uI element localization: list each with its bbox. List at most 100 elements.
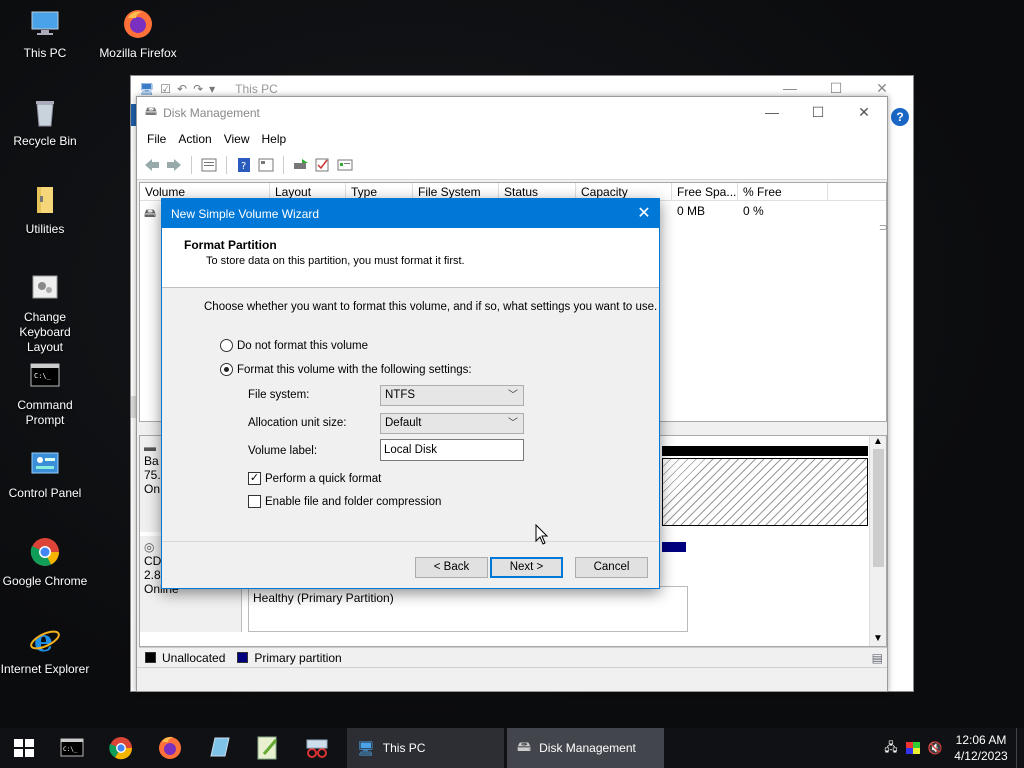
desktop-icon-label: Mozilla Firefox <box>99 46 177 60</box>
settings-list-icon[interactable] <box>336 157 354 173</box>
mouse-cursor-icon <box>535 523 549 549</box>
wizard-body: Choose whether you want to format this v… <box>162 288 659 542</box>
snipping-tool-icon <box>306 739 328 758</box>
redo-icon[interactable]: ↷ <box>193 82 203 96</box>
disk-icon[interactable] <box>292 157 310 173</box>
desktop-icon-chrome[interactable]: Google Chrome <box>0 536 90 589</box>
cancel-button[interactable]: Cancel <box>575 557 648 578</box>
network-icon[interactable]: 🖧 <box>880 738 902 759</box>
disk-management-icon: 🖴 <box>145 104 158 118</box>
scroll-thumb[interactable] <box>872 449 884 567</box>
explorer-window-controls: — ☐ ✕ <box>767 80 905 97</box>
desktop-icon-label: Google Chrome <box>2 574 88 588</box>
taskbar-cmd[interactable]: C:\_ <box>48 728 97 768</box>
taskbar-notepad-plus[interactable] <box>244 728 293 768</box>
desktop-icon-this-pc[interactable]: This PC <box>0 8 90 61</box>
desktop-icon-internet-explorer[interactable]: e Internet Explorer <box>0 624 90 677</box>
clock-time: 12:06 AM <box>955 733 1007 747</box>
desktop-icon-label: Recycle Bin <box>13 134 77 148</box>
close-button[interactable]: ✕ <box>629 199 659 228</box>
disk-management-titlebar[interactable]: 🖴 Disk Management — ☐ ✕ <box>137 97 887 128</box>
menu-help[interactable]: Help <box>256 132 293 146</box>
radio-do-not-format[interactable]: Do not format this volume <box>220 339 368 352</box>
checkbox[interactable] <box>248 495 261 508</box>
svg-text:C:\_: C:\_ <box>63 746 78 753</box>
desktop-icon-label: Internet Explorer <box>0 662 90 676</box>
disk-management-icon: 🖴 <box>517 738 532 754</box>
desktop-icon-label: Utilities <box>25 222 65 236</box>
show-desktop-button[interactable] <box>1016 728 1024 768</box>
forward-arrow-icon[interactable] <box>165 157 183 173</box>
column-header-percent-free[interactable]: % Free <box>738 183 828 200</box>
view-icon[interactable] <box>257 157 275 173</box>
properties-icon[interactable]: ☑ <box>160 82 171 96</box>
clock[interactable]: 12:06 AM 4/12/2023 <box>946 732 1016 764</box>
properties-icon[interactable] <box>200 157 218 173</box>
undo-icon[interactable]: ↶ <box>177 82 187 96</box>
taskbar-snipping-tool[interactable] <box>293 728 342 768</box>
wizard-titlebar[interactable]: New Simple Volume Wizard ✕ <box>162 199 659 228</box>
maximize-button[interactable]: ☐ <box>795 97 841 128</box>
quick-format-checkbox[interactable]: ✓ Perform a quick format <box>248 472 381 485</box>
minimize-button[interactable]: — <box>767 80 813 97</box>
maximize-button[interactable]: ☐ <box>813 80 859 97</box>
close-button[interactable]: ✕ <box>841 97 887 128</box>
help-icon[interactable]: ? <box>235 157 253 173</box>
taskbar-chrome[interactable] <box>97 728 146 768</box>
taskbar-task-this-pc[interactable]: 🖥 This PC <box>347 728 504 768</box>
volume-label-input[interactable]: Local Disk <box>380 439 524 461</box>
taskbar-firefox[interactable] <box>146 728 195 768</box>
check-icon[interactable] <box>314 157 332 173</box>
primary-swatch <box>237 652 249 663</box>
menu-view[interactable]: View <box>218 132 256 146</box>
radio-button[interactable] <box>220 339 233 352</box>
desktop-icon-firefox[interactable]: Mozilla Firefox <box>93 8 183 61</box>
scroll-up-arrow[interactable]: ▲ <box>870 436 886 447</box>
scroll-down-arrow[interactable]: ▼ <box>870 633 886 644</box>
desktop-icon-keyboard-layout[interactable]: Change Keyboard Layout <box>0 272 90 355</box>
chevron-down-icon[interactable]: ▾ <box>209 82 215 96</box>
allocation-unit-select[interactable]: Default ﹀ <box>380 413 524 434</box>
cdrom-partition[interactable]: Healthy (Primary Partition) <box>248 586 688 632</box>
radio-format-volume[interactable]: Format this volume with the following se… <box>220 363 472 376</box>
back-arrow-icon[interactable] <box>143 157 161 173</box>
unallocated-region[interactable] <box>662 458 868 526</box>
cmd-icon: C:\_ <box>29 360 61 392</box>
minimize-button[interactable]: — <box>749 97 795 128</box>
desktop: This PC Mozilla Firefox Recycle Bin Util… <box>0 0 1024 728</box>
next-button[interactable]: Next > <box>490 557 563 578</box>
back-button[interactable]: < Back <box>415 557 488 578</box>
help-icon[interactable]: ? <box>891 108 909 126</box>
chevron-down-icon: ﹀ <box>508 418 518 429</box>
allocation-unit-value: Default <box>385 417 422 429</box>
taskbar-task-disk-management[interactable]: 🖴 Disk Management <box>507 728 664 768</box>
checkbox[interactable]: ✓ <box>248 472 261 485</box>
compression-checkbox[interactable]: Enable file and folder compression <box>248 495 441 508</box>
desktop-icon-label: Command Prompt <box>17 398 73 427</box>
file-system-value: NTFS <box>385 389 416 401</box>
windows-logo-icon <box>14 739 34 757</box>
toolbar-separator <box>226 155 227 174</box>
color-display-icon[interactable] <box>902 742 924 754</box>
volume-muted-icon[interactable]: 🔇 <box>924 741 946 755</box>
wizard-title: New Simple Volume Wizard <box>171 206 320 221</box>
menu-action[interactable]: Action <box>172 132 217 146</box>
desktop-icon-utilities[interactable]: Utilities <box>0 184 90 237</box>
menu-file[interactable]: File <box>141 132 172 146</box>
close-button[interactable]: ✕ <box>859 80 905 97</box>
desktop-icon-recycle-bin[interactable]: Recycle Bin <box>0 96 90 149</box>
file-system-select[interactable]: NTFS ﹀ <box>380 385 524 406</box>
column-header-free-space[interactable]: Free Spa... <box>672 183 738 200</box>
desktop-icon-command-prompt[interactable]: C:\_ Command Prompt <box>0 360 90 428</box>
chevron-down-icon: ﹀ <box>508 390 518 401</box>
view-settings-icon[interactable]: ▤ <box>872 651 883 665</box>
legend: Unallocated Primary partition ▤ <box>139 647 887 667</box>
radio-button[interactable] <box>220 363 233 376</box>
vertical-scrollbar[interactable]: ▲ ▼ <box>869 436 886 646</box>
desktop-icon-control-panel[interactable]: Control Panel <box>0 448 90 501</box>
unallocated-swatch <box>145 652 156 663</box>
new-simple-volume-wizard[interactable]: New Simple Volume Wizard ✕ Format Partit… <box>161 198 660 589</box>
taskbar-notepad[interactable] <box>195 728 244 768</box>
start-button[interactable] <box>0 728 48 768</box>
legend-primary: Primary partition <box>254 650 342 665</box>
